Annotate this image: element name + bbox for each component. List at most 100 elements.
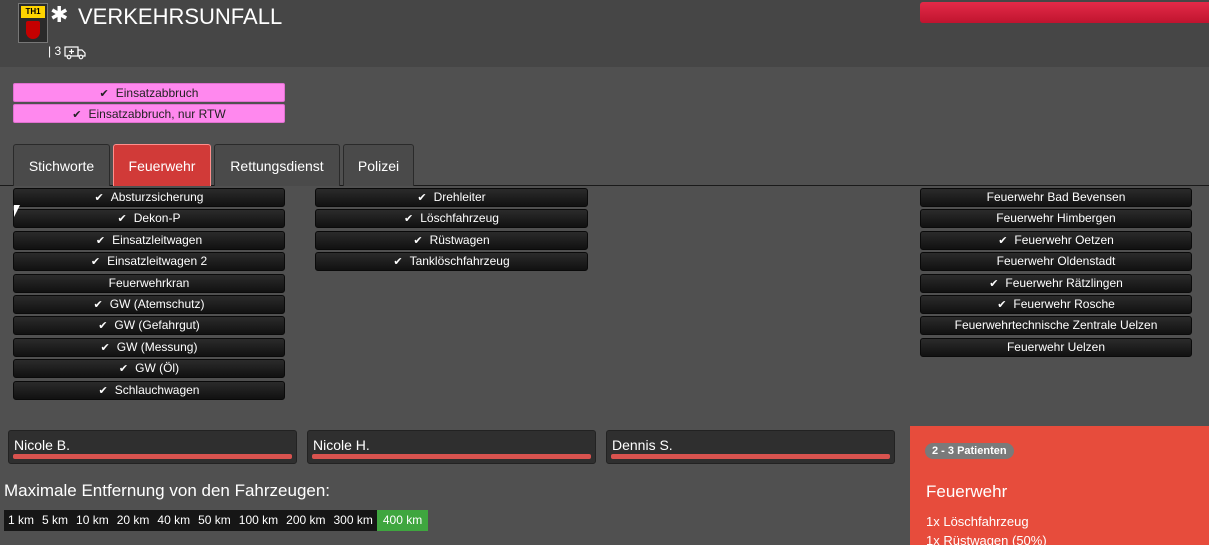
filter-label: GW (Messung) — [116, 339, 198, 354]
distance-option[interactable]: 20 km — [112, 510, 154, 531]
filter-toggle-button[interactable]: ✔ Einsatzleitwagen 2 — [13, 252, 285, 272]
personnel-status-bar — [312, 454, 591, 459]
check-icon: ✔ — [989, 277, 999, 290]
filter-label: Schlauchwagen — [114, 382, 200, 397]
patients-badge: 2 - 3 Patienten — [925, 443, 1014, 459]
patient-count-text: | 3 — [48, 44, 62, 59]
filter-toggle-button[interactable]: ✔ GW (Messung) — [13, 337, 285, 357]
category-tabs: Stichworte Feuerwehr Rettungsdienst Poli… — [0, 144, 1209, 186]
tab-rettungsdienst[interactable]: Rettungsdienst — [214, 144, 340, 186]
filter-label: Feuerwehr Bad Bevensen — [986, 190, 1126, 204]
personnel-card[interactable]: Nicole B. — [8, 430, 297, 464]
check-icon: ✔ — [72, 109, 82, 121]
filter-toggle-button[interactable]: Feuerwehr Bad Bevensen — [920, 188, 1192, 207]
abort-mission-button[interactable]: ✔ Einsatzabbruch — [13, 83, 285, 102]
requirements-heading: Feuerwehr — [926, 482, 1008, 501]
distance-option[interactable]: 10 km — [72, 510, 113, 531]
personnel-card[interactable]: Nicole H. — [307, 430, 596, 464]
tab-stichworte[interactable]: Stichworte — [13, 144, 110, 186]
filter-toggle-button[interactable]: ✔ Absturzsicherung — [13, 188, 285, 207]
filter-label: Feuerwehr Rätzlingen — [1005, 275, 1123, 290]
filter-toggle-button[interactable]: ✔ Drehleiter — [315, 188, 588, 207]
filter-toggle-button[interactable]: Feuerwehrtechnische Zentrale Uelzen — [920, 316, 1192, 336]
check-icon: ✔ — [99, 88, 109, 100]
filter-toggle-button[interactable]: Feuerwehr Uelzen — [920, 337, 1192, 357]
mouse-cursor-icon — [14, 205, 20, 217]
distance-option[interactable]: 200 km — [282, 510, 330, 531]
filter-label: GW (Atemschutz) — [109, 297, 205, 311]
mission-type-badge: TH1 — [18, 3, 48, 43]
distance-option[interactable]: 5 km — [38, 510, 73, 531]
check-icon: ✔ — [393, 256, 403, 269]
check-icon: ✔ — [413, 234, 423, 247]
asterisk-icon: ✱ — [50, 2, 69, 27]
filter-toggle-button[interactable]: ✔ Feuerwehr Rätzlingen — [920, 273, 1192, 293]
check-icon: ✔ — [417, 192, 427, 204]
filter-label: Absturzsicherung — [110, 190, 204, 204]
filter-toggle-button[interactable]: Feuerwehrkran — [13, 273, 285, 293]
check-icon: ✔ — [90, 256, 101, 269]
mission-header: TH1 ✱ VERKEHRSUNFALL | 3 — [0, 0, 1209, 67]
check-icon: ✔ — [95, 234, 106, 247]
filter-toggle-button[interactable]: ✔ Feuerwehr Rosche — [920, 295, 1192, 314]
filter-toggle-button[interactable]: ✔ Einsatzleitwagen — [13, 230, 285, 250]
filter-toggle-button[interactable]: ✔ Feuerwehr Oetzen — [920, 230, 1192, 250]
distance-label: Maximale Entfernung von den Fahrzeugen: — [4, 481, 331, 500]
filter-toggle-button[interactable]: ✔ Dekon-P — [13, 209, 285, 229]
patient-count: | 3 — [48, 44, 87, 60]
check-icon: ✔ — [94, 192, 104, 204]
mission-progress-bar — [920, 2, 1209, 23]
personnel-name: Dennis S. — [612, 437, 673, 453]
filter-toggle-button[interactable]: ✔ Rüstwagen — [315, 230, 588, 250]
requirement-line: 1x Löschfahrzeug — [926, 514, 1029, 529]
filter-label: Feuerwehrtechnische Zentrale Uelzen — [954, 318, 1158, 333]
check-icon: ✔ — [98, 320, 108, 333]
filter-label: Feuerwehr Rosche — [1013, 297, 1115, 311]
filter-label: Dekon-P — [133, 211, 181, 226]
filter-label: Feuerwehr Oldenstadt — [996, 254, 1116, 269]
filter-toggle-button[interactable]: ✔ GW (Gefahrgut) — [13, 316, 285, 336]
filter-label: GW (Gefahrgut) — [114, 318, 200, 333]
filter-label: Einsatzleitwagen — [112, 232, 203, 247]
distance-option[interactable]: 300 km — [329, 510, 377, 531]
filter-label: Feuerwehr Oetzen — [1014, 232, 1114, 247]
filter-label: Feuerwehr Uelzen — [1006, 339, 1106, 354]
filter-toggle-button[interactable]: ✔ Schlauchwagen — [13, 380, 285, 400]
filter-toggle-button[interactable]: ✔ Tanklöschfahrzeug — [315, 252, 588, 272]
abort-rtw-button[interactable]: ✔ Einsatzabbruch, nur RTW — [13, 104, 285, 123]
distance-option[interactable]: 40 km — [153, 510, 195, 531]
check-icon: ✔ — [997, 299, 1007, 311]
distance-option[interactable]: 50 km — [194, 510, 235, 531]
distance-option[interactable]: 1 km — [4, 510, 39, 531]
check-icon: ✔ — [404, 213, 414, 226]
filter-label: Rüstwagen — [429, 232, 490, 247]
personnel-name: Nicole B. — [14, 437, 71, 453]
filter-label: Feuerwehr Himbergen — [996, 211, 1116, 226]
distance-selector: 1 km 5 km 10 km 20 km 40 km 50 km 100 km 200 km… — [4, 510, 429, 531]
ambulance-icon — [64, 46, 87, 60]
check-icon: ✔ — [118, 363, 129, 376]
tab-feuerwehr[interactable]: Feuerwehr — [113, 144, 211, 186]
personnel-card[interactable]: Dennis S. — [606, 430, 895, 464]
check-icon: ✔ — [100, 341, 110, 354]
filter-label: GW (Öl) — [135, 361, 180, 376]
fire-shield-icon — [26, 21, 40, 39]
abort-rtw-label: Einsatzabbruch, nur RTW — [88, 107, 226, 121]
check-icon: ✔ — [98, 384, 108, 397]
filter-label: Einsatzleitwagen 2 — [107, 254, 208, 269]
tab-polizei[interactable]: Polizei — [343, 144, 414, 186]
requirement-line: 1x Rüstwagen (50%) — [926, 533, 1047, 545]
filter-toggle-button[interactable]: Feuerwehr Oldenstadt — [920, 252, 1192, 272]
filter-label: Feuerwehrkran — [108, 275, 190, 290]
distance-option[interactable]: 400 km — [376, 510, 429, 531]
check-icon: ✔ — [93, 299, 103, 311]
badge-label: TH1 — [21, 6, 45, 18]
personnel-status-bar — [13, 454, 292, 459]
filter-toggle-button[interactable]: ✔ GW (Öl) — [13, 359, 285, 379]
personnel-status-bar — [611, 454, 890, 459]
filter-label: Tanklöschfahrzeug — [409, 254, 510, 269]
distance-option[interactable]: 100 km — [234, 510, 283, 531]
filter-toggle-button[interactable]: ✔ GW (Atemschutz) — [13, 295, 285, 314]
filter-toggle-button[interactable]: ✔ Löschfahrzeug — [315, 209, 588, 229]
filter-toggle-button[interactable]: Feuerwehr Himbergen — [920, 209, 1192, 229]
